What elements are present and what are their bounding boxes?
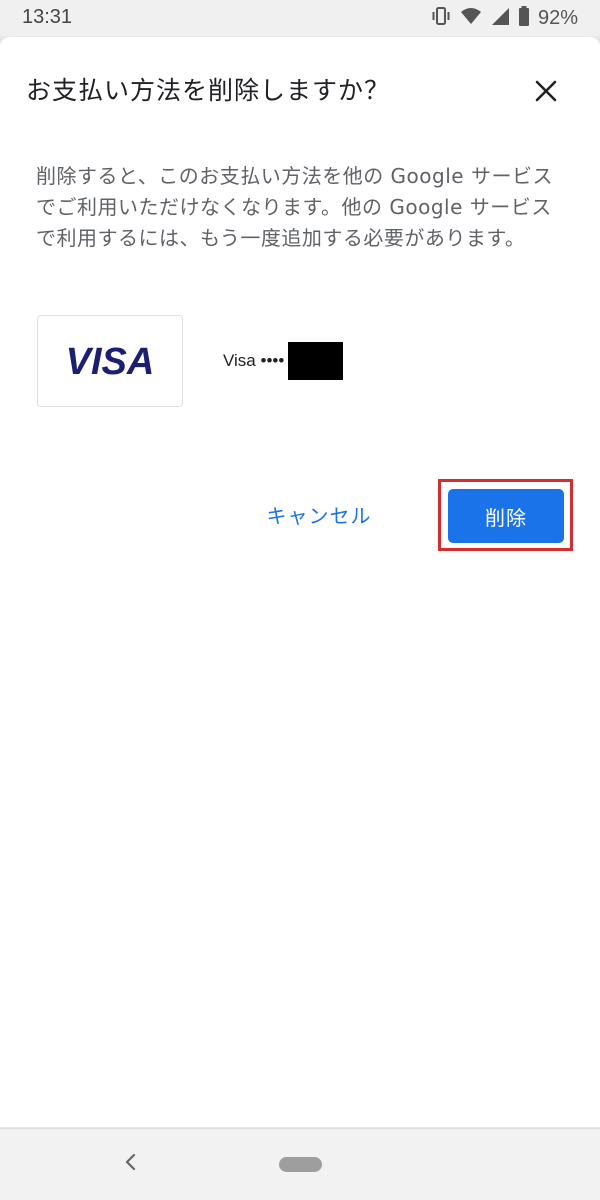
dialog-title: お支払い方法を削除しますか？ (26, 76, 391, 105)
card-name: Visa •••• (223, 351, 285, 370)
dialog-description: 削除すると、このお支払い方法を他の Google サービスでご利用いただけなくな… (36, 164, 553, 250)
close-icon (534, 79, 558, 107)
status-time: 13:31 (22, 6, 73, 28)
visa-logo-text: VISA (66, 343, 155, 379)
delete-button[interactable]: 削除 (448, 489, 564, 543)
battery-percent: 92% (537, 6, 578, 29)
navigation-bar (0, 1128, 600, 1200)
back-icon (124, 1153, 138, 1175)
wifi-icon (460, 5, 482, 31)
back-button[interactable] (118, 1151, 144, 1177)
status-icons: 92% (430, 5, 578, 31)
status-bar: 13:31 92% (0, 0, 600, 36)
battery-icon (518, 5, 530, 31)
card-number-redacted (288, 342, 344, 380)
visa-logo: VISA (37, 315, 183, 407)
close-button[interactable] (526, 73, 566, 113)
payment-card-row: VISA Visa •••• (37, 315, 557, 407)
delete-payment-dialog: お支払い方法を削除しますか？ 削除すると、このお支払い方法を他の Google … (0, 37, 600, 1127)
cancel-button[interactable]: キャンセル (256, 490, 382, 538)
vibrate-icon (430, 5, 452, 31)
signal-icon (490, 6, 510, 30)
card-label: Visa •••• (223, 342, 344, 380)
home-pill-icon[interactable] (279, 1157, 322, 1172)
